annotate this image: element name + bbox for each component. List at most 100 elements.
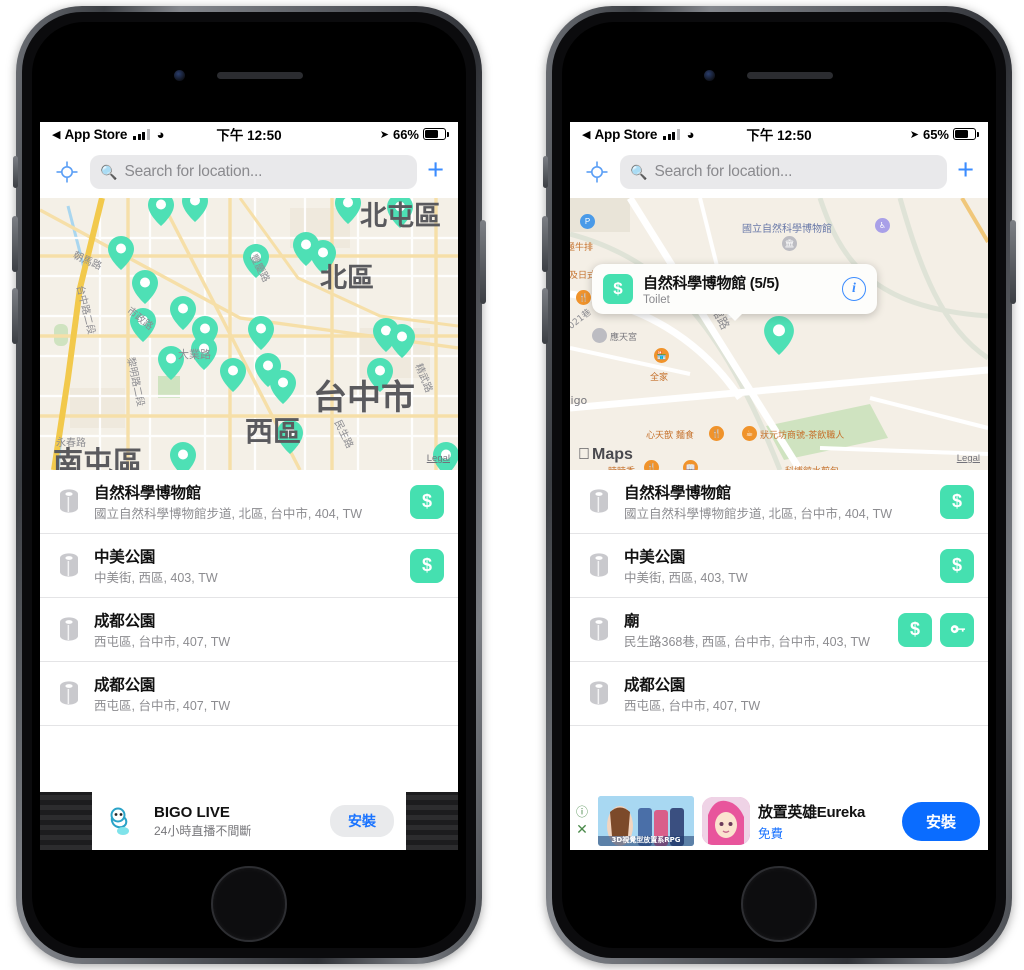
- temple-poi-icon[interactable]: [592, 328, 607, 343]
- list-item-title: 廟: [624, 612, 640, 630]
- silent-switch[interactable]: [13, 156, 18, 188]
- ad-banner-left[interactable]: BIGO LIVE 24小時直播不間斷 安裝: [40, 792, 458, 850]
- volume-up-button[interactable]: [12, 216, 18, 272]
- list-item-badges: $: [940, 484, 974, 519]
- toilet-roll-icon: [56, 488, 82, 516]
- ad-hero-caption: 3D視覺型放置系RPG: [611, 836, 681, 844]
- ad-install-button[interactable]: 安裝: [901, 801, 980, 841]
- restaurant-poi-icon[interactable]: 🍴: [644, 460, 659, 470]
- list-item[interactable]: 自然科學博物館 國立自然科學博物館步道, 北區, 台中市, 404, TW $: [570, 470, 988, 534]
- map-left[interactable]: 北屯區 北區 台中市 西區 南屯區 朝馬路 台中路二段 市政路 黎明路二段 大業…: [40, 198, 458, 470]
- ad-pattern-left: [40, 792, 92, 850]
- paid-badge[interactable]: $: [410, 484, 444, 519]
- map-right[interactable]: P 國立自然科學博物館 🏛 ♿ 極牛排 版及日式涾涾鍋 🍴 紐客輯1 應天宮 0…: [570, 198, 988, 470]
- list-item-text: 成都公園 西屯區, 台中市, 407, TW: [94, 609, 444, 651]
- volume-down-button[interactable]: [542, 288, 548, 344]
- status-bar-left[interactable]: ◀ App Store ◕: [582, 127, 695, 142]
- add-location-button[interactable]: +: [957, 155, 974, 189]
- list-item[interactable]: 成都公園 西屯區, 台中市, 407, TW: [40, 598, 458, 662]
- back-arrow-icon[interactable]: ◀: [582, 128, 590, 141]
- earpiece-speaker: [217, 72, 303, 79]
- ad-content[interactable]: BIGO LIVE 24小時直播不間斷 安裝: [92, 792, 406, 850]
- cafe-poi-icon[interactable]: ☕: [742, 426, 757, 441]
- map-pin[interactable]: [132, 270, 158, 304]
- status-bar-app-label[interactable]: App Store: [594, 127, 657, 142]
- parking-poi-icon[interactable]: P: [580, 214, 595, 229]
- crosshair-icon[interactable]: [584, 159, 610, 185]
- map-pin[interactable]: [335, 198, 361, 224]
- screen-left: ◀ App Store ◕ 下午 12:50 ➤ 66% 🔍 Search fo…: [40, 122, 458, 850]
- list-item[interactable]: 中美公園 中美街, 西區, 403, TW $: [570, 534, 988, 598]
- ad-install-button[interactable]: 安裝: [330, 805, 394, 837]
- status-bar-app-label[interactable]: App Store: [64, 127, 127, 142]
- map-pin[interactable]: [270, 370, 296, 404]
- ad-banner-right[interactable]: ⓘ ✕ 3D視覺型放置系RPG 放置英雄Eureka 免費 安裝: [570, 792, 988, 850]
- map-pin[interactable]: [220, 358, 246, 392]
- map-legal-link[interactable]: Legal: [427, 453, 450, 464]
- map-poi-label: 極牛排: [570, 243, 594, 253]
- volume-down-button[interactable]: [12, 288, 18, 344]
- list-item-text: 成都公園 西屯區, 台中市, 407, TW: [624, 673, 974, 715]
- map-pin[interactable]: [148, 198, 174, 226]
- ad-controls[interactable]: ⓘ ✕: [574, 806, 590, 836]
- restaurant-poi-icon[interactable]: 🍴: [709, 426, 724, 441]
- back-arrow-icon[interactable]: ◀: [52, 128, 60, 141]
- list-item[interactable]: 廟 民生路368巷, 西區, 台中市, 台中市, 403, TW $: [570, 598, 988, 662]
- list-item-title: 自然科學博物館: [94, 484, 202, 502]
- status-bar-left[interactable]: ◀ App Store ◕: [52, 127, 165, 142]
- list-item[interactable]: 成都公園 西屯區, 台中市, 407, TW: [40, 662, 458, 726]
- key-required-badge[interactable]: [940, 612, 974, 647]
- power-button[interactable]: [1010, 220, 1016, 304]
- volume-up-button[interactable]: [542, 216, 548, 272]
- map-pin[interactable]: [182, 198, 208, 222]
- battery-percent-label: 65%: [922, 126, 949, 142]
- map-district-label: 北區: [320, 263, 374, 294]
- signal-bars-icon: [133, 128, 150, 140]
- info-icon[interactable]: i: [842, 277, 866, 301]
- crosshair-icon[interactable]: [54, 159, 80, 185]
- list-item-address: 國立自然科學博物館步道, 北區, 台中市, 404, TW: [94, 506, 363, 521]
- list-item-text: 自然科學博物館 國立自然科學博物館步道, 北區, 台中市, 404, TW: [94, 481, 398, 523]
- search-icon: 🔍: [630, 163, 648, 180]
- search-input[interactable]: 🔍 Search for location...: [90, 155, 418, 189]
- map-pin-selected[interactable]: [764, 316, 794, 355]
- list-item-address: 西屯區, 台中市, 407, TW: [624, 698, 761, 713]
- wifi-icon: ◕: [156, 126, 165, 142]
- restaurant-poi-icon[interactable]: 🍴: [576, 290, 591, 305]
- map-callout[interactable]: $ 自然科學博物館 (5/5) Toilet i: [592, 264, 877, 321]
- map-legal-link[interactable]: Legal: [957, 453, 980, 464]
- bookstore-poi-icon[interactable]: 📖: [683, 460, 698, 470]
- list-item-badges: $: [410, 548, 444, 583]
- list-item-title: 成都公園: [624, 676, 686, 694]
- paid-badge[interactable]: $: [940, 484, 974, 519]
- store-poi-icon[interactable]: 🏪: [654, 348, 669, 363]
- paid-badge[interactable]: $: [898, 612, 932, 647]
- callout-text: 自然科學博物館 (5/5) Toilet: [643, 272, 832, 306]
- map-pin[interactable]: [170, 442, 196, 470]
- museum-poi-icon[interactable]: 🏛: [782, 236, 797, 251]
- info-icon[interactable]: ⓘ: [576, 806, 588, 818]
- list-item-address: 中美街, 西區, 403, TW: [94, 570, 218, 585]
- paid-badge[interactable]: $: [410, 548, 444, 583]
- list-item[interactable]: 自然科學博物館 國立自然科學博物館步道, 北區, 台中市, 404, TW $: [40, 470, 458, 534]
- home-button[interactable]: [741, 866, 817, 942]
- home-button[interactable]: [211, 866, 287, 942]
- list-item[interactable]: 成都公園 西屯區, 台中市, 407, TW: [570, 662, 988, 726]
- toilet-roll-icon: [586, 616, 612, 644]
- search-input[interactable]: 🔍 Search for location...: [620, 155, 948, 189]
- list-item[interactable]: 中美公園 中美街, 西區, 403, TW $: [40, 534, 458, 598]
- map-pin[interactable]: [108, 236, 134, 270]
- add-location-button[interactable]: +: [427, 155, 444, 189]
- key-icon: [950, 625, 965, 634]
- search-placeholder: Search for location...: [654, 163, 793, 180]
- ad-hero-image: 3D視覺型放置系RPG: [598, 796, 694, 846]
- power-button[interactable]: [480, 220, 486, 304]
- sports-poi-icon[interactable]: ♿: [875, 218, 890, 233]
- ad-title: 放置英雄Eureka: [758, 803, 866, 821]
- paid-badge[interactable]: $: [940, 548, 974, 583]
- map-pin[interactable]: [389, 324, 415, 358]
- close-icon[interactable]: ✕: [576, 822, 588, 836]
- silent-switch[interactable]: [543, 156, 548, 188]
- ad-pattern-right: [406, 792, 458, 850]
- map-pin[interactable]: [248, 316, 274, 350]
